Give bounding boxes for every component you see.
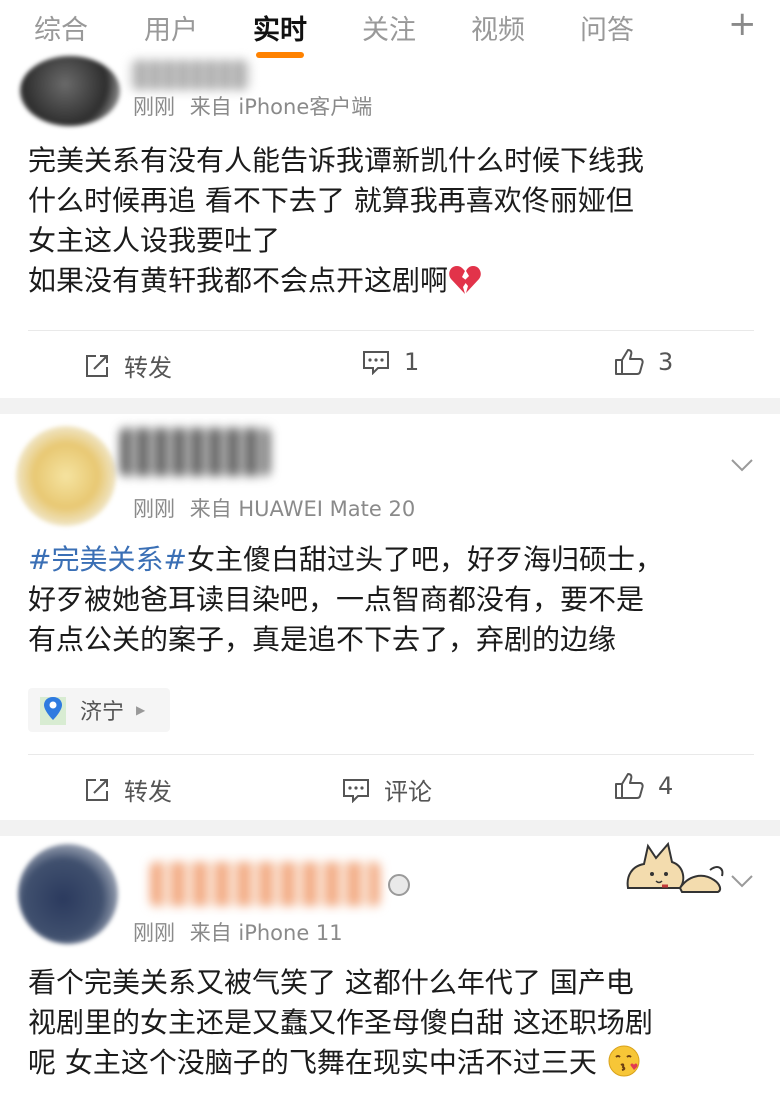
- content-line-last: 如果没有黄轩我都不会点开这剧啊: [28, 261, 763, 301]
- comment-label: 评论: [384, 778, 432, 806]
- post-meta: 刚刚 来自 HUAWEI Mate 20: [133, 493, 415, 523]
- post-source: 来自 iPhone客户端: [189, 95, 373, 119]
- content-text: 女主傻白甜过头了吧，好歹海归硕士，: [186, 543, 663, 576]
- content-text: 如果没有黄轩我都不会点开这剧啊: [28, 264, 449, 297]
- repost-icon: [86, 778, 108, 801]
- post-time: 刚刚: [133, 95, 175, 119]
- thumbs-up-icon: [615, 349, 644, 375]
- repost-button[interactable]: 转发: [84, 348, 172, 383]
- chevron-down-icon[interactable]: [730, 458, 754, 472]
- post-card: 刚刚 来自 iPhone客户端 完美关系有没有人能告诉我谭新凯什么时候下线我 什…: [0, 56, 780, 398]
- repost-label: 转发: [124, 354, 172, 382]
- dog-sticker-icon: [626, 841, 724, 893]
- comment-button[interactable]: 1: [362, 348, 419, 376]
- tab-following[interactable]: 关注: [362, 8, 416, 47]
- blurred-username[interactable]: [120, 428, 270, 476]
- actions-divider: [28, 330, 754, 331]
- post-content[interactable]: 完美关系有没有人能告诉我谭新凯什么时候下线我 什么时候再追 看不下去了 就算我再…: [28, 141, 763, 301]
- tab-realtime[interactable]: 实时: [253, 8, 307, 47]
- top-tab-bar: 综合 用户 实时 关注 视频 问答 +: [0, 0, 780, 62]
- comment-count: 1: [404, 348, 420, 376]
- content-line: 有点公关的案子，真是追不下去了，弃剧的边缘: [28, 623, 617, 656]
- comment-icon: [343, 778, 369, 803]
- tab-comprehensive[interactable]: 综合: [34, 8, 88, 47]
- member-badge-icon: [388, 874, 410, 896]
- tab-users[interactable]: 用户: [144, 8, 198, 47]
- repost-label: 转发: [124, 778, 172, 806]
- content-line: 视剧里的女主还是又蠢又作圣母傻白甜 这还职场剧: [28, 1006, 653, 1039]
- content-line: 什么时候再追 看不下去了 就算我再喜欢佟丽娅但: [28, 184, 634, 217]
- add-tab-button[interactable]: +: [728, 4, 757, 44]
- content-line: 好歹被她爸耳读目染吧，一点智商都没有，要不是: [28, 583, 645, 616]
- blurred-username[interactable]: [150, 862, 380, 906]
- like-button[interactable]: 4: [614, 772, 673, 800]
- location-name: 济宁: [80, 700, 125, 725]
- tab-qa[interactable]: 问答: [580, 8, 634, 47]
- blowing-kiss-emoji-icon: [608, 1045, 640, 1077]
- actions-divider: [28, 754, 754, 755]
- post-separator: [0, 820, 780, 836]
- blurred-username[interactable]: [130, 60, 250, 90]
- content-line: 完美关系有没有人能告诉我谭新凯什么时候下线我: [28, 144, 645, 177]
- content-text: 呢 女主这个没脑子的飞舞在现实中活不过三天: [28, 1046, 597, 1079]
- avatar[interactable]: [16, 426, 116, 526]
- post-time: 刚刚: [133, 921, 175, 945]
- content-line: 女主这人设我要吐了: [28, 224, 281, 257]
- post-meta: 刚刚 来自 iPhone客户端: [133, 91, 372, 121]
- topic-link[interactable]: #完美关系#: [28, 543, 187, 576]
- content-line: #完美关系#女主傻白甜过头了吧，好歹海归硕士，: [28, 540, 763, 580]
- repost-button[interactable]: 转发: [84, 772, 172, 807]
- chevron-right-icon: ▶: [136, 703, 146, 717]
- post-source: 来自 iPhone 11: [189, 921, 343, 945]
- content-line: 看个完美关系又被气笑了 这都什么年代了 国产电: [28, 966, 634, 999]
- post-separator: [0, 398, 780, 414]
- content-line-last: 呢 女主这个没脑子的飞舞在现实中活不过三天: [28, 1043, 763, 1083]
- post-meta: 刚刚 来自 iPhone 11: [133, 917, 343, 947]
- chevron-down-icon[interactable]: [730, 874, 754, 888]
- like-count: 4: [658, 772, 674, 800]
- post-source: 来自 HUAWEI Mate 20: [189, 497, 416, 521]
- post-card: 刚刚 来自 iPhone 11 看个完美关系又被气笑了 这都什么年代了 国产电 …: [0, 836, 780, 1113]
- post-time: 刚刚: [133, 497, 175, 521]
- comment-button[interactable]: 评论: [342, 772, 432, 807]
- like-count: 3: [658, 348, 674, 376]
- comment-icon: [363, 351, 389, 375]
- avatar[interactable]: [20, 56, 120, 126]
- post-content[interactable]: 看个完美关系又被气笑了 这都什么年代了 国产电 视剧里的女主还是又蠢又作圣母傻白…: [28, 963, 763, 1083]
- repost-icon: [86, 354, 108, 377]
- tab-videos[interactable]: 视频: [471, 8, 525, 47]
- post-content[interactable]: #完美关系#女主傻白甜过头了吧，好歹海归硕士， 好歹被她爸耳读目染吧，一点智商都…: [28, 540, 763, 660]
- thumbs-up-icon: [615, 773, 644, 799]
- location-pin-icon: [40, 697, 66, 725]
- broken-heart-icon: [449, 266, 481, 294]
- location-tag[interactable]: 济宁 ▶: [28, 688, 170, 732]
- active-tab-indicator: [256, 52, 304, 58]
- post-card: 刚刚 来自 HUAWEI Mate 20 #完美关系#女主傻白甜过头了吧，好歹海…: [0, 414, 780, 820]
- like-button[interactable]: 3: [614, 348, 673, 376]
- avatar[interactable]: [18, 844, 118, 944]
